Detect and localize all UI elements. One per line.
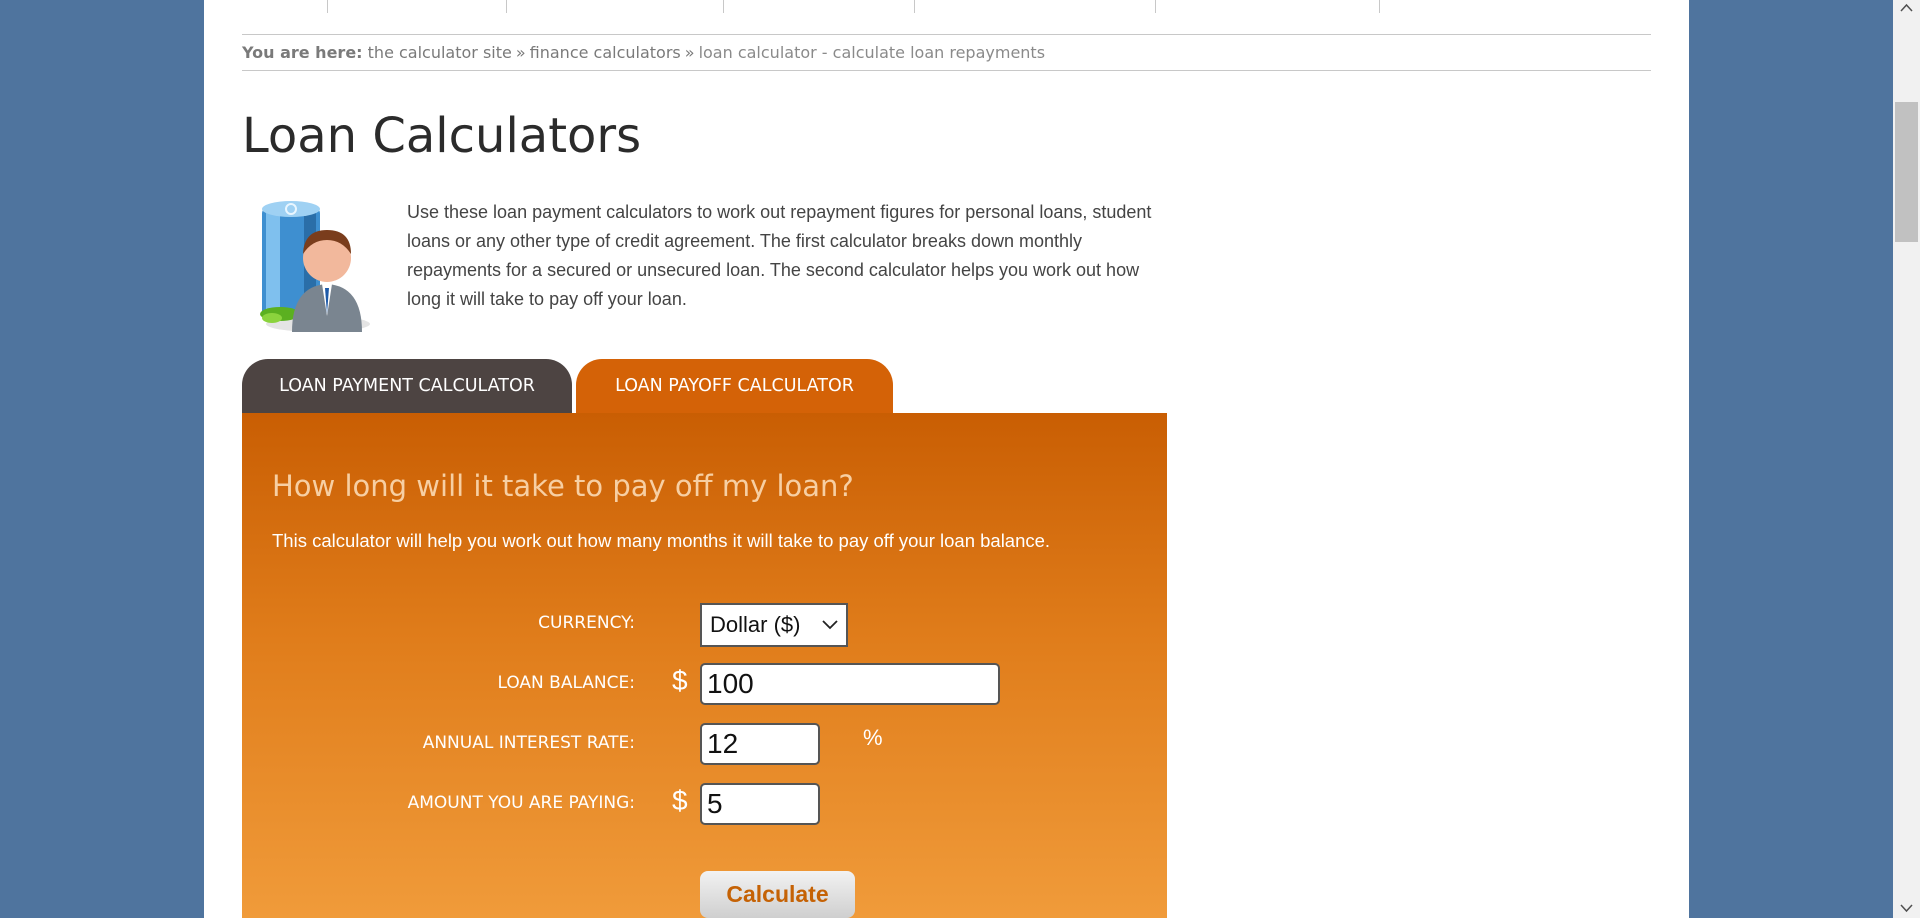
annual-interest-rate-label: ANNUAL INTEREST RATE: [422,733,635,753]
currency-select[interactable]: Dollar ($) [700,603,848,647]
page-content: You are here: the calculator site» financ… [204,0,1689,918]
breadcrumb-link-home[interactable]: the calculator site [368,43,512,62]
loan-balance-label: LOAN BALANCE: [497,673,635,693]
currency-selected-value: Dollar ($) [710,612,801,637]
nav-divider [1155,0,1156,13]
businessman-icon [260,201,370,332]
intro-text: Use these loan payment calculators to wo… [407,202,1152,309]
breadcrumb-separator: » [515,43,526,62]
scroll-up-arrow-icon[interactable] [1893,0,1920,17]
dollar-symbol: $ [672,665,688,696]
breadcrumb-prefix: You are here: [242,43,363,62]
breadcrumb-link-finance[interactable]: finance calculators [530,43,681,62]
loan-balance-input[interactable] [700,663,1000,705]
currency-label: CURRENCY: [538,613,635,633]
chevron-down-icon [822,620,838,630]
nav-divider [1379,0,1380,13]
top-navigation [242,0,1651,35]
payment-amount-input[interactable] [700,783,820,825]
breadcrumb-current: loan calculator - calculate loan repayme… [698,43,1046,62]
calculator-description: This calculator will help you work out h… [272,530,1051,551]
percent-suffix: % [863,725,883,750]
loan-payoff-calculator-panel: How long will it take to pay off my loan… [242,413,1167,918]
scroll-down-arrow-icon[interactable] [1893,898,1920,918]
payment-amount-label: AMOUNT YOU ARE PAYING: [407,793,635,813]
calculator-heading: How long will it take to pay off my loan… [272,469,854,503]
tab-loan-payoff-calculator[interactable]: LOAN PAYOFF CALCULATOR [576,359,893,414]
interest-rate-input[interactable] [700,723,820,765]
nav-divider [914,0,915,13]
nav-divider [327,0,328,13]
page-title: Loan Calculators [242,108,642,164]
nav-divider [723,0,724,13]
breadcrumb-separator: » [684,43,695,62]
dollar-symbol: $ [672,785,688,816]
nav-divider [506,0,507,13]
tab-loan-payment-calculator[interactable]: LOAN PAYMENT CALCULATOR [242,359,572,414]
breadcrumb: You are here: the calculator site» financ… [242,35,1651,71]
vertical-scrollbar[interactable] [1893,0,1920,918]
calculate-button[interactable]: Calculate [700,871,855,918]
scrollbar-thumb[interactable] [1895,102,1918,242]
